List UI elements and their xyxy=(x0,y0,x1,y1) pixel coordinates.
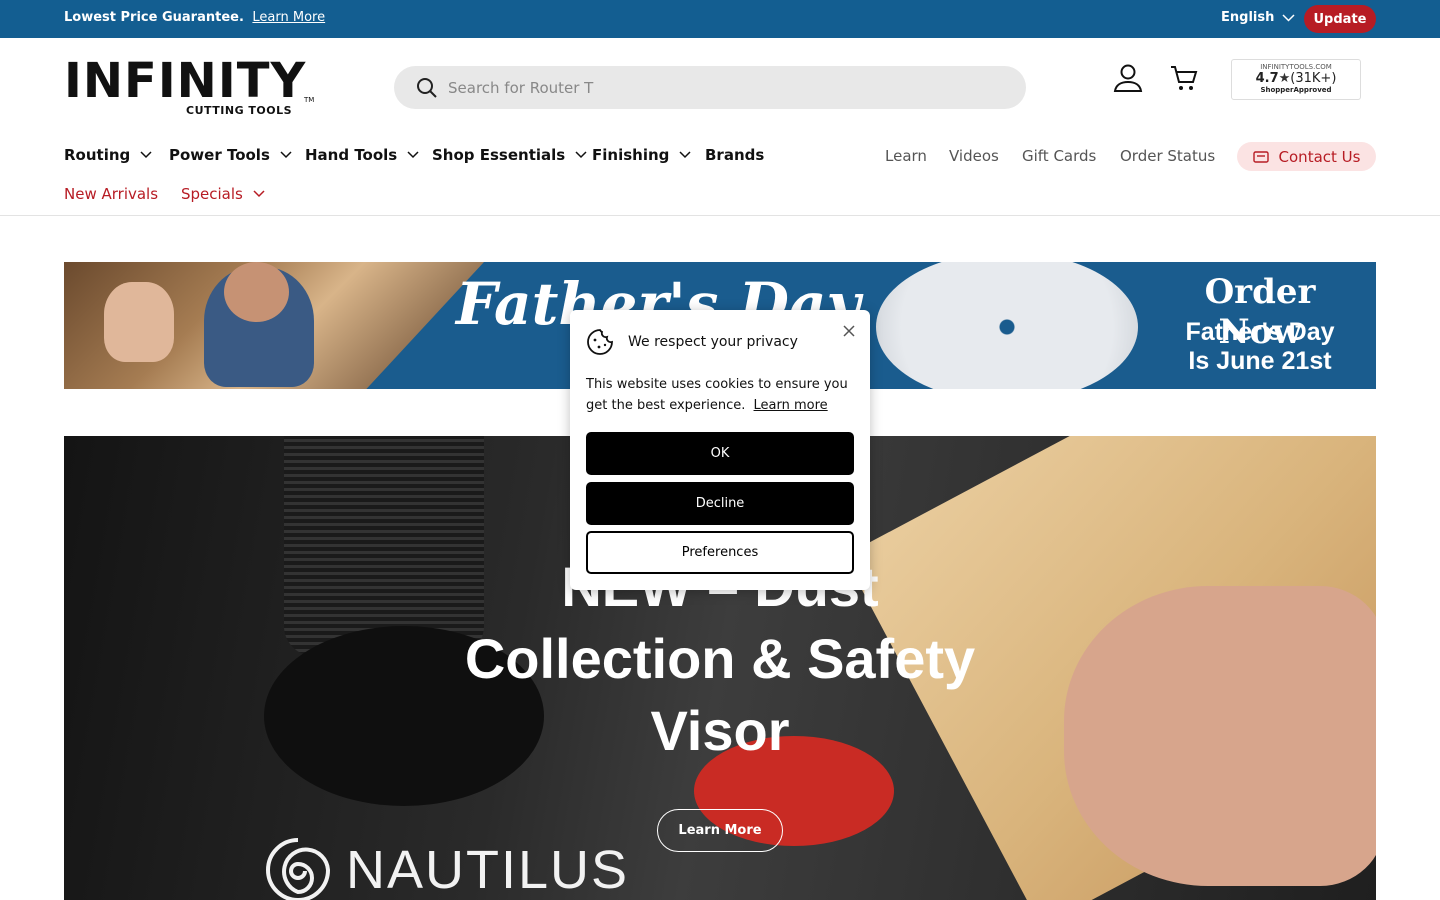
nav-label: Power Tools xyxy=(169,146,270,164)
logo-subtitle: CUTTING TOOLS xyxy=(186,104,293,117)
rating-value: 4.7 xyxy=(1255,71,1279,86)
saw-blade-image xyxy=(876,262,1138,389)
badge-brand: ShopperApproved xyxy=(1260,86,1332,94)
chevron-down-icon xyxy=(253,190,265,198)
nav-hand-tools[interactable]: Hand Tools xyxy=(305,146,419,164)
update-button[interactable]: Update xyxy=(1304,5,1376,33)
nav-learn[interactable]: Learn xyxy=(885,147,927,165)
badge-site: INFINITYTOOLS.COM xyxy=(1260,63,1332,71)
cookie-learn-more-link[interactable]: Learn more xyxy=(754,398,828,413)
nav-finishing[interactable]: Finishing xyxy=(592,146,691,164)
search-input[interactable] xyxy=(448,78,968,97)
banner-photo-father-head xyxy=(224,262,289,322)
contact-label: Contact Us xyxy=(1278,147,1361,166)
nav-brands[interactable]: Brands xyxy=(705,146,764,164)
announcement-learn-more-link[interactable]: Learn More xyxy=(252,10,325,25)
cookie-decline-button[interactable]: Decline xyxy=(586,482,854,525)
rating-count: (31K+) xyxy=(1290,71,1337,86)
chevron-down-icon xyxy=(140,151,152,159)
language-label: English xyxy=(1221,10,1275,25)
chevron-down-icon xyxy=(575,151,587,159)
nav-shop-essentials[interactable]: Shop Essentials xyxy=(432,146,587,164)
banner-fathers-day: Father's Day xyxy=(1185,318,1335,346)
nav-order-status[interactable]: Order Status xyxy=(1120,147,1215,165)
nav-label: Shop Essentials xyxy=(432,146,566,164)
search-icon[interactable] xyxy=(416,77,438,99)
nav-routing[interactable]: Routing xyxy=(64,146,152,164)
cookie-consent-modal: We respect your privacy This website use… xyxy=(570,310,870,590)
star-icon: ★ xyxy=(1278,71,1291,86)
nav-label: Routing xyxy=(64,146,131,164)
cookie-ok-button[interactable]: OK xyxy=(586,432,854,475)
close-icon[interactable] xyxy=(842,324,856,338)
badge-score: 4.7★(31K+) xyxy=(1232,71,1360,86)
announcement-bar: Lowest Price Guarantee. Learn More Engli… xyxy=(0,0,1440,38)
site-logo[interactable]: INFINITY CUTTING TOOLS TM xyxy=(64,56,314,120)
nautilus-logo: NAUTILUS xyxy=(264,836,629,900)
chevron-down-icon xyxy=(280,151,292,159)
cookie-icon xyxy=(587,329,613,355)
logo-trademark: TM xyxy=(304,96,315,104)
logo-wordmark: INFINITY xyxy=(64,53,307,109)
cookie-header: We respect your privacy xyxy=(586,328,798,356)
cart-icon[interactable] xyxy=(1169,63,1199,93)
nautilus-shell-icon xyxy=(266,838,331,900)
hero-hand xyxy=(1064,586,1376,886)
nav-label: Brands xyxy=(705,146,765,164)
language-selector[interactable]: English xyxy=(1221,10,1295,25)
nav-label: Specials xyxy=(181,185,243,203)
nav-label: Hand Tools xyxy=(305,146,398,164)
nav-gift-cards[interactable]: Gift Cards xyxy=(1022,147,1096,165)
search-bar[interactable] xyxy=(394,66,1026,109)
nav-videos[interactable]: Videos xyxy=(949,147,999,165)
announcement-message: Lowest Price Guarantee. Learn More xyxy=(64,10,325,25)
cookie-body: This website uses cookies to ensure you … xyxy=(586,374,856,416)
chevron-down-icon xyxy=(679,151,691,159)
contact-us-button[interactable]: Contact Us xyxy=(1237,142,1376,171)
nautilus-wordmark: NAUTILUS xyxy=(346,840,630,900)
account-icon[interactable] xyxy=(1113,63,1143,93)
chevron-down-icon xyxy=(407,151,419,159)
hero-learn-more-button[interactable]: Learn More xyxy=(657,809,783,852)
cookie-title: We respect your privacy xyxy=(628,334,798,350)
shopper-approved-badge[interactable]: INFINITYTOOLS.COM 4.7★(31K+) ShopperAppr… xyxy=(1231,59,1361,100)
nav-power-tools[interactable]: Power Tools xyxy=(169,146,292,164)
banner-date: Is June 21st xyxy=(1188,347,1332,375)
cookie-preferences-button[interactable]: Preferences xyxy=(586,531,854,574)
nav-new-arrivals[interactable]: New Arrivals xyxy=(64,185,158,203)
mail-icon xyxy=(1252,150,1269,163)
announcement-text: Lowest Price Guarantee. xyxy=(64,10,244,25)
header-divider xyxy=(0,215,1440,216)
nav-label: New Arrivals xyxy=(64,185,159,203)
banner-photo-child xyxy=(104,282,174,362)
chevron-down-icon xyxy=(1282,13,1295,22)
nav-specials[interactable]: Specials xyxy=(181,185,265,203)
nav-label: Finishing xyxy=(592,146,670,164)
